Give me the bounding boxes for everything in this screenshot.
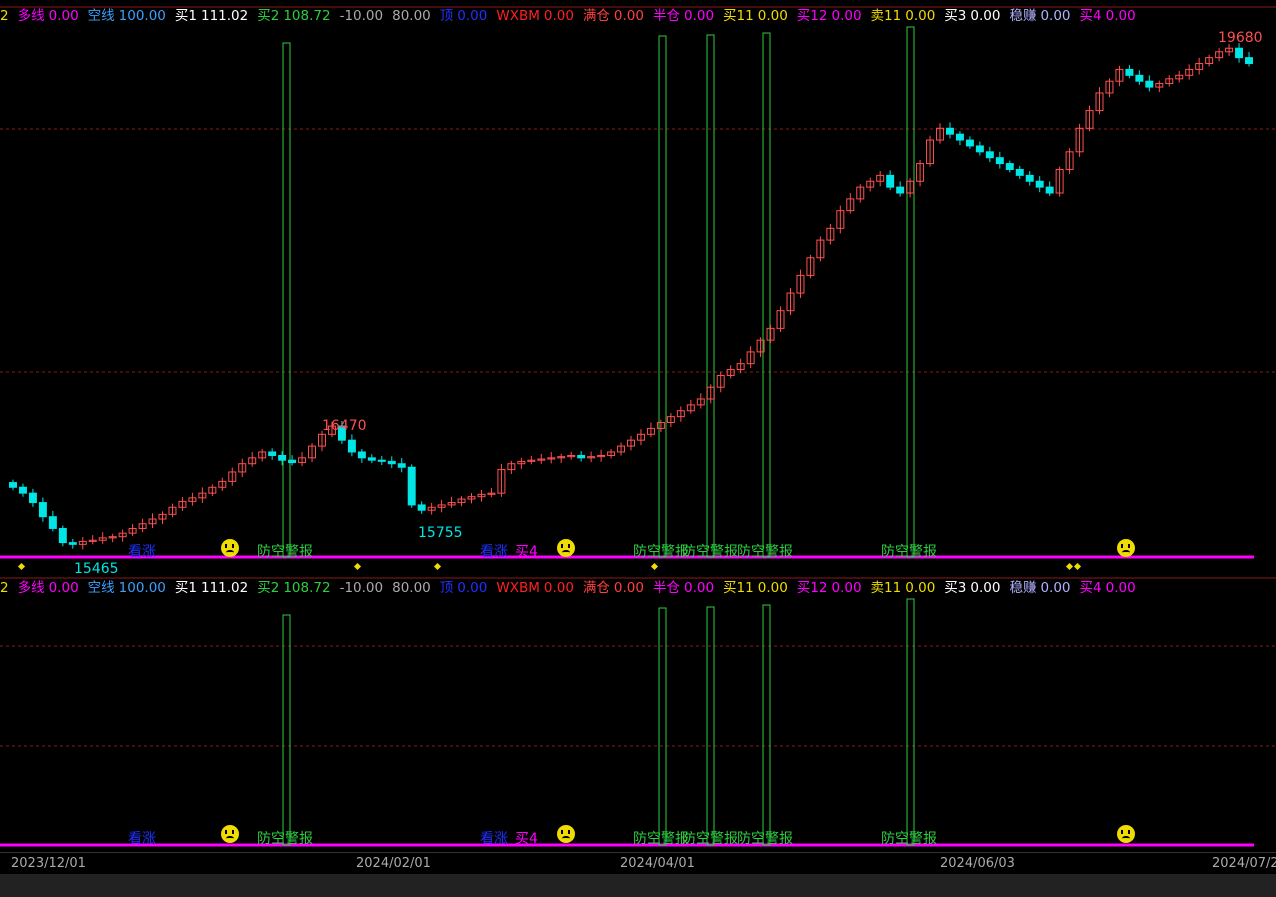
smiley-icon bbox=[221, 825, 239, 843]
candle-body bbox=[347, 439, 356, 453]
candle-body bbox=[48, 516, 57, 529]
smiley-icon bbox=[1117, 539, 1135, 557]
signal-fangkong: 防空警报 bbox=[881, 544, 937, 560]
candle-body bbox=[1145, 80, 1154, 88]
candle-body bbox=[268, 451, 277, 456]
candle-body bbox=[417, 504, 426, 511]
candle-body bbox=[945, 127, 954, 135]
signal-bar-upper bbox=[282, 42, 291, 558]
candle-body bbox=[896, 186, 905, 194]
candle-body bbox=[1005, 163, 1014, 170]
signal-bar-lower bbox=[282, 614, 291, 846]
signal-kanzhang: 看涨 bbox=[480, 831, 508, 847]
candle-body bbox=[965, 139, 974, 147]
signal-bar-upper bbox=[762, 32, 771, 558]
signal-bar-upper bbox=[706, 34, 715, 558]
date-label: 2024/07/2 bbox=[1212, 856, 1276, 871]
candle-body bbox=[357, 451, 366, 459]
date-label: 2023/12/01 bbox=[11, 856, 86, 871]
candle-body bbox=[1245, 57, 1254, 65]
price-label-high-left: 16470 bbox=[322, 418, 367, 434]
signal-kanzhang: 看涨 bbox=[480, 544, 508, 560]
candle-body bbox=[577, 454, 586, 459]
candle-body bbox=[387, 460, 396, 465]
signal-fangkong: 防空警报 bbox=[881, 831, 937, 847]
candle-body bbox=[68, 542, 77, 545]
date-label: 2024/02/01 bbox=[356, 856, 431, 871]
signal-mai4: 买4 bbox=[515, 831, 538, 847]
smiley-icon bbox=[221, 539, 239, 557]
candle-body bbox=[288, 459, 297, 464]
candle-body bbox=[397, 463, 406, 468]
candle-body bbox=[58, 527, 67, 544]
signal-fangkong: 防空警报 bbox=[633, 831, 689, 847]
signal-bar-lower bbox=[658, 607, 667, 846]
candle-body bbox=[278, 454, 287, 461]
candle-body bbox=[1235, 47, 1244, 59]
price-label-high-right: 19680 bbox=[1218, 30, 1263, 46]
smiley-icon bbox=[1117, 825, 1135, 843]
signal-fangkong: 防空警报 bbox=[257, 831, 313, 847]
candle-body bbox=[975, 145, 984, 153]
candle-body bbox=[8, 482, 17, 488]
smiley-icon bbox=[557, 539, 575, 557]
signal-fangkong: 防空警报 bbox=[682, 544, 738, 560]
signal-fangkong: 防空警报 bbox=[737, 544, 793, 560]
date-axis: 2023/12/01 2024/02/01 2024/04/01 2024/06… bbox=[0, 852, 1276, 875]
candle-body bbox=[955, 133, 964, 141]
candle-body bbox=[367, 457, 376, 461]
signal-kanzhang: 看涨 bbox=[128, 831, 156, 847]
signal-mai4: 买4 bbox=[515, 544, 538, 560]
candle-body bbox=[1035, 180, 1044, 188]
candle-body bbox=[1125, 68, 1134, 76]
chart-canvas[interactable] bbox=[0, 0, 1276, 852]
signal-bar-lower bbox=[762, 604, 771, 846]
signal-bar-lower bbox=[706, 606, 715, 846]
signal-kanzhang: 看涨 bbox=[128, 544, 156, 560]
candle-body bbox=[38, 502, 47, 518]
price-label-low-left: 15465 bbox=[74, 561, 119, 577]
status-bar bbox=[0, 874, 1276, 897]
date-label: 2024/04/01 bbox=[620, 856, 695, 871]
signal-bar-lower bbox=[906, 598, 915, 846]
date-label: 2024/06/03 bbox=[940, 856, 1015, 871]
signal-bar-upper bbox=[906, 26, 915, 558]
signal-fangkong: 防空警报 bbox=[737, 831, 793, 847]
candle-body bbox=[1025, 174, 1034, 182]
candle-body bbox=[985, 151, 994, 159]
candle-body bbox=[1135, 74, 1144, 82]
signal-fangkong: 防空警报 bbox=[257, 544, 313, 560]
candle-body bbox=[995, 157, 1004, 165]
candle-body bbox=[377, 459, 386, 462]
candle-body bbox=[1045, 186, 1054, 194]
signal-bar-upper bbox=[658, 35, 667, 558]
candle-body bbox=[28, 492, 37, 504]
signal-fangkong: 防空警报 bbox=[682, 831, 738, 847]
candle-body bbox=[407, 466, 416, 506]
smiley-icon bbox=[557, 825, 575, 843]
candle-body bbox=[886, 174, 895, 188]
candle-body bbox=[18, 486, 27, 494]
signal-fangkong: 防空警报 bbox=[633, 544, 689, 560]
price-label-low-mid: 15755 bbox=[418, 525, 463, 541]
candle-body bbox=[1015, 168, 1024, 176]
